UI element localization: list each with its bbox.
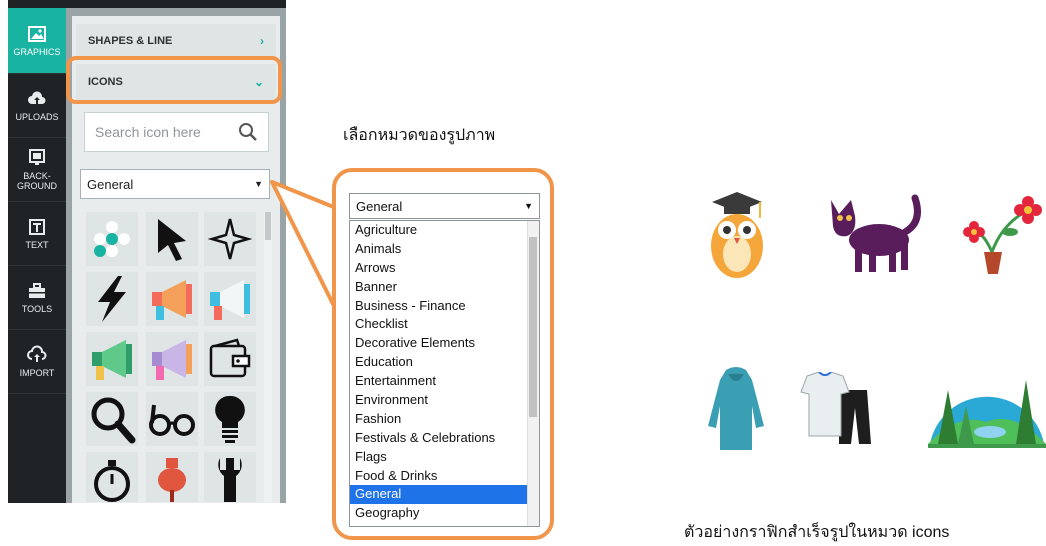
section-shapes-label: SHAPES & LINE: [88, 35, 173, 47]
option-animals[interactable]: Animals: [350, 240, 539, 259]
sparkle-icon: [208, 218, 252, 260]
icon-grid: [86, 212, 266, 502]
category-select[interactable]: General ▼: [80, 169, 270, 199]
option-general[interactable]: General: [350, 485, 539, 505]
lightning-icon: [98, 276, 126, 322]
option-decorative-elements[interactable]: Decorative Elements: [350, 334, 539, 353]
icon-tile-glasses[interactable]: [146, 392, 198, 446]
dropdown-arrow-icon: ▼: [254, 179, 263, 189]
icon-tile-bolt[interactable]: [86, 272, 138, 326]
image-icon: [28, 26, 46, 42]
icon-tile-megaphone-blue[interactable]: [204, 272, 256, 326]
caption-samples: ตัวอย่างกราฟิกสำเร็จรูปในหมวด icons: [684, 524, 950, 541]
cloud-upload-icon: [28, 91, 46, 104]
toolbox-icon: [29, 283, 45, 298]
option-geography[interactable]: Geography: [350, 504, 539, 523]
icon-tile-cursor[interactable]: [146, 212, 198, 266]
hoodie-icon: [708, 367, 764, 450]
icon-tile-dots[interactable]: [86, 212, 138, 266]
push-pin-icon: [158, 458, 186, 502]
text-icon: [29, 219, 45, 235]
icons-highlight-box: [66, 56, 282, 104]
rail-item-background[interactable]: BACK- GROUND: [8, 138, 66, 202]
rail-item-text[interactable]: TEXT: [8, 202, 66, 266]
background-icon: [29, 149, 45, 165]
option-environment[interactable]: Environment: [350, 391, 539, 410]
search-placeholder: Search icon here: [95, 124, 201, 140]
rail-label-background-2: GROUND: [17, 181, 57, 191]
option-business-finance[interactable]: Business - Finance: [350, 297, 539, 316]
megaphone-icon: [210, 280, 250, 320]
option-education[interactable]: Education: [350, 353, 539, 372]
icon-tile-megaphone-green[interactable]: [86, 332, 138, 386]
wallet-icon: [209, 338, 251, 378]
option-arrows[interactable]: Arrows: [350, 259, 539, 278]
megaphone-icon: [152, 340, 192, 380]
options-scrollbar[interactable]: [527, 221, 539, 526]
cursor-icon: [158, 219, 186, 261]
chevron-right-icon: ›: [260, 34, 264, 48]
rail-item-tools[interactable]: TOOLS: [8, 266, 66, 330]
icon-tile-spark[interactable]: [204, 212, 256, 266]
landscape-icon: [928, 365, 1046, 448]
category-dropdown-value: General: [356, 198, 403, 214]
rail-item-uploads[interactable]: UPLOADS: [8, 74, 66, 138]
option-entertainment[interactable]: Entertainment: [350, 372, 539, 391]
option-checklist[interactable]: Checklist: [350, 315, 539, 334]
caption-choose-category: เลือกหมวดของรูปภาพ: [343, 127, 496, 144]
rail-label-import: IMPORT: [19, 368, 55, 378]
tool-rail: GRAPHICS UPLOADS BACK- GROUND TEXT TOOLS…: [8, 8, 66, 503]
shirt-pants-icon: [800, 372, 871, 444]
category-select-value: General: [87, 176, 134, 192]
option-banner[interactable]: Banner: [350, 278, 539, 297]
icon-tile-magnifier[interactable]: [86, 392, 138, 446]
option-fashion[interactable]: Fashion: [350, 410, 539, 429]
dropdown-arrow-icon: ▼: [524, 201, 533, 211]
rail-label-background-1: BACK-: [23, 171, 51, 181]
dots-icon: [94, 221, 130, 257]
flower-pot-icon: [963, 196, 1042, 274]
icon-tile-megaphone-orange[interactable]: [146, 272, 198, 326]
megaphone-icon: [152, 280, 192, 320]
option-food-drinks[interactable]: Food & Drinks: [350, 467, 539, 486]
callout-pointer: [270, 180, 338, 311]
section-shapes-line[interactable]: SHAPES & LINE ›: [76, 24, 276, 58]
icon-search-input[interactable]: Search icon here: [84, 112, 269, 152]
option-festivals-celebrations[interactable]: Festivals & Celebrations: [350, 429, 539, 448]
rail-item-graphics[interactable]: GRAPHICS: [8, 8, 66, 74]
icon-tile-wallet[interactable]: [204, 332, 256, 386]
rail-label-text: TEXT: [25, 240, 49, 250]
tutorial-canvas: GRAPHICS UPLOADS BACK- GROUND TEXT TOOLS…: [0, 0, 1046, 546]
rail-label-tools: TOOLS: [21, 304, 53, 314]
category-options-list[interactable]: Agriculture Animals Arrows Banner Busine…: [349, 220, 540, 527]
icon-tile-wrench[interactable]: [204, 452, 256, 502]
cat-icon: [831, 194, 921, 272]
options-scroll-thumb[interactable]: [529, 237, 537, 417]
icon-tile-stopwatch[interactable]: [86, 452, 138, 502]
option-agriculture[interactable]: Agriculture: [350, 221, 539, 240]
owl-graduate-icon: [711, 192, 763, 278]
rail-item-import[interactable]: IMPORT: [8, 330, 66, 394]
lightbulb-icon: [215, 395, 245, 443]
cloud-import-icon: [27, 345, 47, 362]
option-flags[interactable]: Flags: [350, 448, 539, 467]
icon-tile-pin[interactable]: [146, 452, 198, 502]
glasses-icon: [149, 404, 195, 436]
icon-tile-megaphone-purple[interactable]: [146, 332, 198, 386]
category-dropdown[interactable]: General ▼: [349, 193, 540, 219]
stopwatch-icon: [94, 460, 130, 502]
megaphone-icon: [92, 340, 132, 380]
rail-label-graphics: GRAPHICS: [13, 47, 61, 57]
icon-tile-bulb[interactable]: [204, 392, 256, 446]
search-icon: [239, 123, 257, 141]
magnifier-icon: [91, 397, 136, 444]
rail-label-uploads: UPLOADS: [15, 112, 59, 122]
wrench-icon: [218, 458, 242, 502]
